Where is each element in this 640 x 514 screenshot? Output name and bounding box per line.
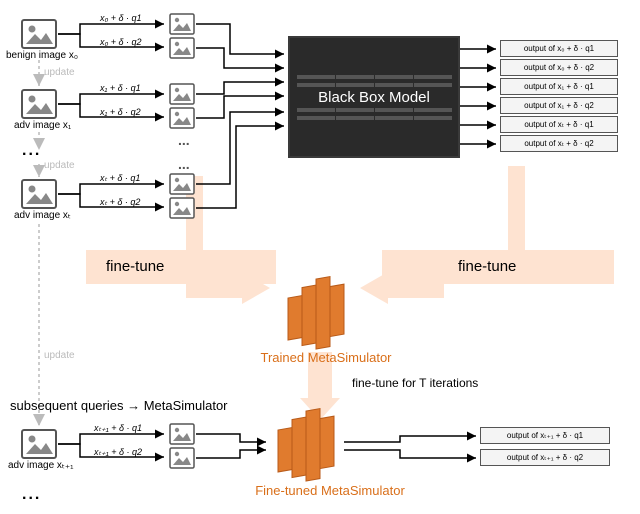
tuned-sim-label: Fine-tuned MetaSimulator xyxy=(220,483,440,498)
output-box-b1: output of xₜ₊₁ + δ · q2 xyxy=(480,449,610,466)
black-box-title: Black Box Model xyxy=(290,89,458,106)
output-box-1: output of x₀ + δ · q2 xyxy=(500,59,618,76)
dots-bottom: ... xyxy=(22,486,41,504)
output-box-3: output of x₁ + δ · q2 xyxy=(500,97,618,114)
finetune-right-label: fine-tune xyxy=(458,258,516,275)
subsequent-queries-label: subsequent queries → MetaSimulator xyxy=(10,398,228,413)
caption-adv-xt: adv image xₜ xyxy=(14,210,71,221)
update-label-2: update xyxy=(44,160,75,171)
output-box-0: output of x₀ + δ · q1 xyxy=(500,40,618,57)
formula-r0-b: x₀ + δ · q2 xyxy=(100,37,142,47)
adv-image-xt-icon xyxy=(22,180,56,208)
dots-1: ... xyxy=(22,142,41,160)
vdots-col2a: ... xyxy=(178,132,190,148)
output-box-5: output of xₜ + δ · q2 xyxy=(500,135,618,152)
finetune-left-label: fine-tune xyxy=(106,258,164,275)
adv-image-xt1-icon xyxy=(22,430,56,458)
vdots-col2b: ... xyxy=(178,156,190,172)
output-box-4: output of xₜ + δ · q1 xyxy=(500,116,618,133)
formula-r1-b: x₁ + δ · q2 xyxy=(100,107,141,117)
formula-r1-a: x₁ + δ · q1 xyxy=(100,83,141,93)
caption-benign-x0: benign image x₀ xyxy=(6,50,78,61)
trained-metasimulator-icon xyxy=(288,274,344,354)
update-label-3: update xyxy=(44,350,75,361)
output-box-2: output of x₁ + δ · q1 xyxy=(500,78,618,95)
finetune-iter-label: fine-tune for T iterations xyxy=(352,376,478,390)
formula-r0-a: x₀ + δ · q1 xyxy=(100,13,142,23)
black-box-model: Black Box Model xyxy=(288,36,460,158)
output-box-b0: output of xₜ₊₁ + δ · q1 xyxy=(480,427,610,444)
formula-r2-a: xₜ + δ · q1 xyxy=(100,173,140,184)
adv-image-x1-icon xyxy=(22,90,56,118)
caption-adv-x1: adv image x₁ xyxy=(14,120,71,131)
formula-r2-b: xₜ + δ · q2 xyxy=(100,197,140,208)
formula-r3-b: xₜ₊₁ + δ · q2 xyxy=(94,447,142,458)
caption-adv-xt1: adv image xₜ₊₁ xyxy=(8,460,74,471)
finetuned-metasimulator-icon xyxy=(278,406,334,486)
benign-image-x0-icon xyxy=(22,20,56,48)
formula-r3-a: xₜ₊₁ + δ · q1 xyxy=(94,423,142,434)
trained-sim-label: Trained MetaSimulator xyxy=(236,350,416,365)
update-label-1: update xyxy=(44,67,75,78)
